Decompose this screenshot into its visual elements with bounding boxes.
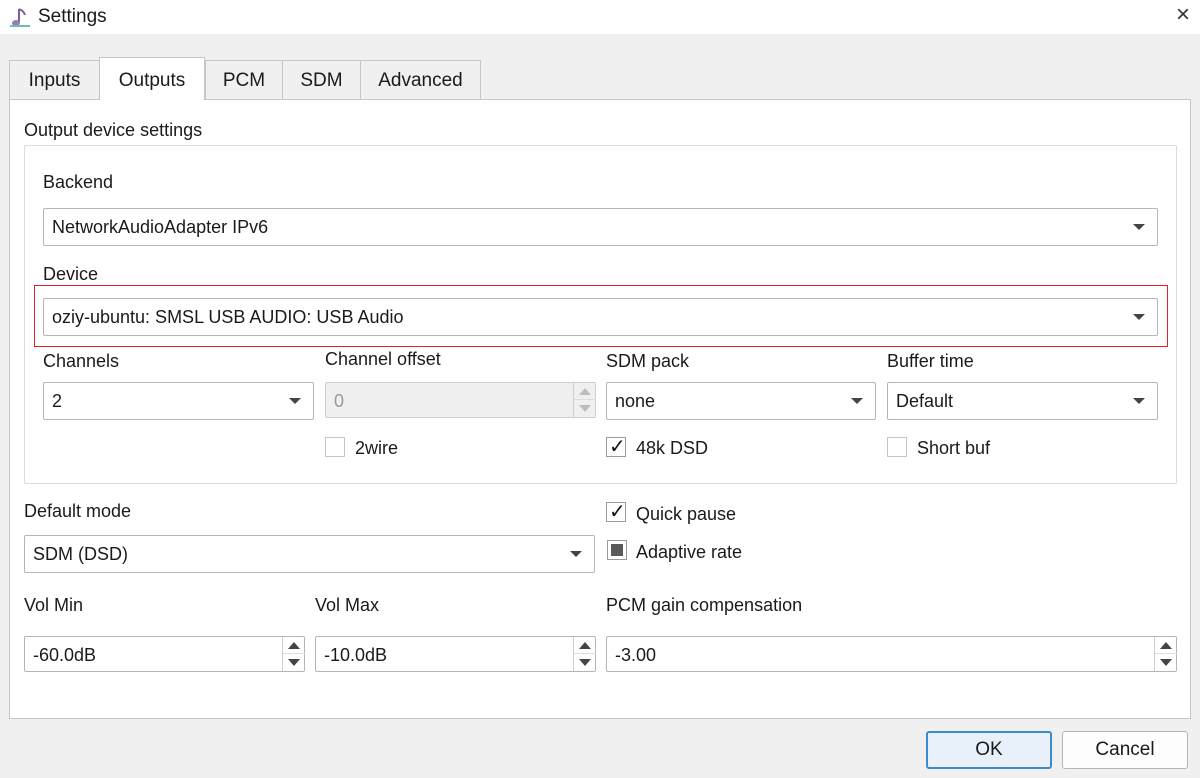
vol-min-value: -60.0dB [33, 645, 97, 665]
music-note-icon [8, 6, 32, 30]
device-combo[interactable]: oziy-ubuntu: SMSL USB AUDIO: USB Audio [43, 298, 1158, 336]
spin-up-icon[interactable] [283, 637, 305, 654]
tab-pcm[interactable]: PCM [205, 60, 283, 99]
buffer-time-label: Buffer time [887, 351, 974, 371]
partial-check-icon [611, 544, 623, 556]
tab-advanced[interactable]: Advanced [360, 60, 481, 99]
dsd48k-label: 48k DSD [636, 438, 709, 458]
spin-down-icon [574, 400, 596, 417]
chevron-down-icon [851, 398, 863, 404]
title-bar [0, 0, 1200, 34]
default-mode-value: SDM (DSD) [33, 544, 128, 564]
ok-button[interactable]: OK [926, 731, 1052, 769]
spin-down-icon[interactable] [1155, 654, 1177, 671]
close-icon[interactable]: × [1166, 0, 1200, 30]
vol-min-label: Vol Min [24, 595, 84, 615]
quick-pause-checkbox[interactable]: ✓ [606, 499, 626, 523]
channels-combo[interactable]: 2 [43, 382, 314, 420]
spin-up-icon[interactable] [1155, 637, 1177, 654]
window-title: Settings [38, 6, 107, 27]
spin-down-icon[interactable] [283, 654, 305, 671]
chevron-down-icon [289, 398, 301, 404]
backend-label: Backend [43, 172, 114, 192]
backend-combo[interactable]: NetworkAudioAdapter IPv6 [43, 208, 1158, 246]
tab-sdm[interactable]: SDM [282, 60, 361, 99]
twowire-checkbox[interactable] [325, 437, 345, 457]
channel-offset-value: 0 [334, 391, 345, 411]
default-mode-combo[interactable]: SDM (DSD) [24, 535, 595, 573]
channels-label: Channels [43, 351, 120, 371]
sdm-pack-label: SDM pack [606, 351, 690, 371]
cancel-button[interactable]: Cancel [1062, 731, 1188, 769]
buffer-time-value: Default [896, 391, 954, 411]
vol-max-value: -10.0dB [324, 645, 388, 665]
vol-max-label: Vol Max [315, 595, 380, 615]
short-buf-label: Short buf [917, 438, 991, 458]
buffer-time-combo[interactable]: Default [887, 382, 1158, 420]
adaptive-rate-label: Adaptive rate [636, 542, 743, 562]
sdm-pack-value: none [615, 391, 656, 411]
output-group-title: Output device settings [24, 120, 203, 140]
checkmark-icon: ✓ [609, 434, 626, 458]
device-label: Device [43, 264, 99, 284]
backend-value: NetworkAudioAdapter IPv6 [52, 217, 269, 237]
checkmark-icon: ✓ [609, 499, 626, 523]
twowire-label: 2wire [355, 438, 399, 458]
spin-up-icon [574, 383, 596, 400]
channel-offset-spinbox: 0 [325, 382, 596, 418]
tab-outputs[interactable]: Outputs [99, 57, 205, 100]
quick-pause-label: Quick pause [636, 504, 737, 524]
channels-value: 2 [52, 391, 63, 411]
chevron-down-icon [570, 551, 582, 557]
vol-max-spinbox[interactable]: -10.0dB [315, 636, 596, 672]
chevron-down-icon [1133, 314, 1145, 320]
device-value: oziy-ubuntu: SMSL USB AUDIO: USB Audio [52, 307, 404, 327]
default-mode-label: Default mode [24, 501, 132, 521]
chevron-down-icon [1133, 398, 1145, 404]
adaptive-rate-checkbox[interactable] [607, 540, 627, 560]
sdm-pack-combo[interactable]: none [606, 382, 876, 420]
vol-min-spinbox[interactable]: -60.0dB [24, 636, 305, 672]
spin-up-icon[interactable] [574, 637, 596, 654]
spin-down-icon[interactable] [574, 654, 596, 671]
channel-offset-label: Channel offset [325, 349, 441, 369]
chevron-down-icon [1133, 224, 1145, 230]
pcm-gain-value: -3.00 [615, 645, 657, 665]
tab-inputs[interactable]: Inputs [9, 60, 100, 99]
pcm-gain-spinbox[interactable]: -3.00 [606, 636, 1177, 672]
pcm-gain-label: PCM gain compensation [606, 595, 803, 615]
dsd48k-checkbox[interactable]: ✓ [606, 434, 626, 458]
short-buf-checkbox[interactable] [887, 437, 907, 457]
